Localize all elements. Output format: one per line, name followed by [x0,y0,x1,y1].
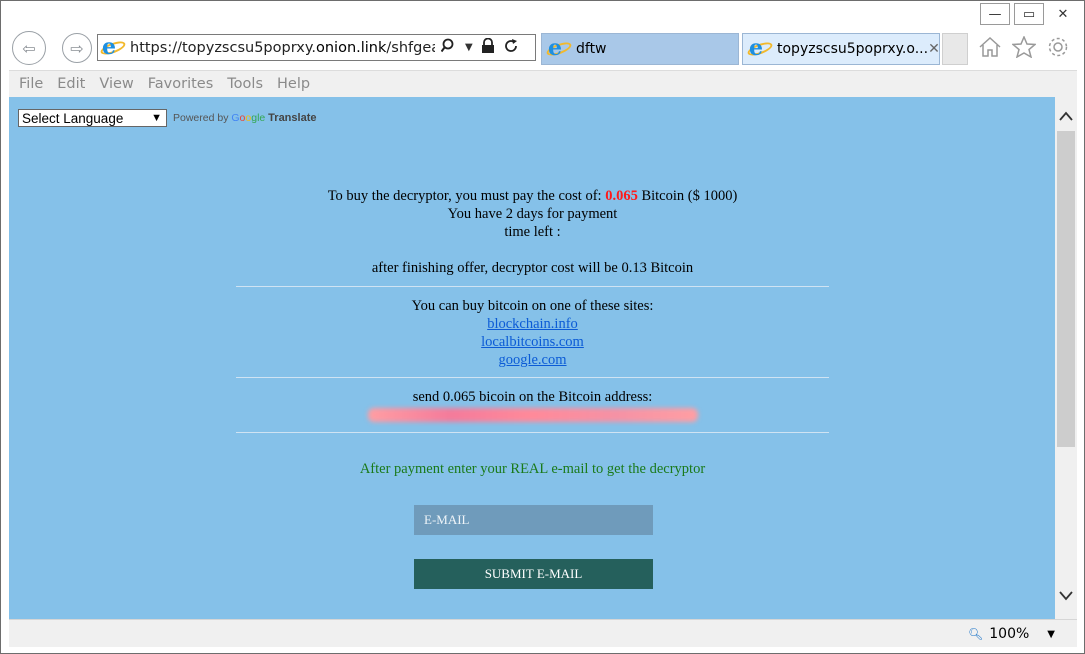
star-icon[interactable] [1011,35,1037,64]
time-left-line: time left : [504,224,561,240]
menu-bar: File Edit View Favorites Tools Help [9,70,1077,97]
tab-dftw[interactable]: e dftw [541,33,739,65]
language-select-value: Select Language [22,110,124,126]
address-bar[interactable]: e https://topyzscsu5poprxy.onion.link/sh… [97,34,536,61]
maximize-button[interactable]: ▭ [1014,3,1044,25]
close-button[interactable]: ✕ [1048,3,1078,25]
close-tab-icon[interactable]: ✕ [928,41,940,57]
forward-arrow-icon: ⇨ [70,38,84,58]
tab-label: dftw [576,41,607,57]
tab-label: topyzscsu5poprxy.o... [777,41,929,57]
menu-favorites[interactable]: Favorites [148,76,214,92]
lock-icon[interactable] [481,37,495,58]
url-prefix: https://topyzscsu5poprxy. [130,39,316,56]
page-content: Select Language ▼ Powered by Google Tran… [9,97,1055,619]
menu-help[interactable]: Help [277,76,310,92]
submit-email-button[interactable]: SUBMIT E-MAIL [414,559,653,589]
zoom-dropdown-icon[interactable]: ▼ [1047,629,1055,640]
vertical-scrollbar[interactable] [1055,97,1077,619]
scrollbar-thumb[interactable] [1057,131,1075,447]
scroll-up-icon[interactable] [1055,105,1077,127]
forward-button[interactable]: ⇨ [62,33,92,63]
toolbar-icons [978,35,1070,64]
price-prefix: To buy the decryptor, you must pay the c… [327,188,602,204]
divider [236,286,829,287]
chevron-down-icon: ▼ [151,112,162,124]
ie-logo-icon: e [545,35,573,61]
ie-logo-icon: e [99,34,127,60]
divider [236,377,829,378]
zoom-level: 100% [989,626,1030,642]
translate-widget: Select Language ▼ Powered by Google Tran… [18,109,316,127]
back-arrow-icon: ⇦ [22,38,36,58]
price-suffix: Bitcoin ($ 1000) [641,188,738,204]
status-bar: 🔍︎ 100% ▼ [9,619,1077,647]
dropdown-arrow-icon[interactable]: ▼ [465,42,473,53]
send-bitcoin-section: send 0.065 bicoin on the Bitcoin address… [236,388,829,427]
gear-icon[interactable] [1046,36,1070,64]
new-tab-button[interactable] [942,33,968,65]
menu-file[interactable]: File [19,76,43,92]
payment-info: To buy the decryptor, you must pay the c… [236,187,829,277]
link-google[interactable]: google.com [236,351,829,369]
menu-tools[interactable]: Tools [227,76,263,92]
scroll-down-icon[interactable] [1055,585,1077,607]
link-blockchain[interactable]: blockchain.info [236,315,829,333]
cost-increase-line: after finishing offer, decryptor cost wi… [371,260,694,276]
caption-buttons: — ▭ ✕ [980,3,1078,25]
buy-bitcoin-text: You can buy bitcoin on one of these site… [411,298,654,314]
home-icon[interactable] [978,36,1002,64]
after-payment-text: After payment enter your REAL e-mail to … [359,461,706,477]
zoom-control[interactable]: 🔍︎ 100% ▼ [968,626,1055,642]
price-line: To buy the decryptor, you must pay the c… [236,187,829,205]
email-field[interactable]: E-MAIL [414,505,653,535]
google-logo-gle: gle [251,112,266,124]
price-value: 0.065 [605,188,638,204]
powered-by-text: Powered by [173,112,229,124]
blurred-bitcoin-address [367,408,698,422]
tab-topyzscsu5poprxy[interactable]: e topyzscsu5poprxy.o... ✕ [742,33,940,65]
address-tools: ▼ [440,37,519,58]
send-bitcoin-text: send 0.065 bicoin on the Bitcoin address… [412,389,653,405]
translate-text: Translate [268,112,317,124]
search-icon[interactable] [440,38,457,58]
deadline-line: You have 2 days for payment [447,206,618,222]
url-text[interactable]: https://topyzscsu5poprxy.onion.link/shfg… [130,40,435,56]
language-select[interactable]: Select Language ▼ [18,109,167,127]
ie-logo-icon: e [746,35,774,61]
back-button[interactable]: ⇦ [12,31,46,65]
minimize-button[interactable]: — [980,3,1010,25]
divider [236,432,829,433]
navigation-row: ⇦ ⇨ e https://topyzscsu5poprxy.onion.lin… [1,29,1084,67]
powered-by-google: Powered by Google Translate [173,112,316,124]
url-domain: onion.link [315,39,387,56]
menu-view[interactable]: View [99,76,133,92]
google-logo-g: G [231,112,240,124]
zoom-icon: 🔍︎ [968,627,984,641]
buy-bitcoin-section: You can buy bitcoin on one of these site… [236,297,829,369]
browser-window: — ▭ ✕ ⇦ ⇨ e https://topyzscsu5poprxy.oni… [0,0,1085,654]
menu-edit[interactable]: Edit [57,76,85,92]
refresh-icon[interactable] [503,38,519,58]
url-suffix: /shfgealjh. [386,39,435,56]
link-localbitcoins[interactable]: localbitcoins.com [236,333,829,351]
